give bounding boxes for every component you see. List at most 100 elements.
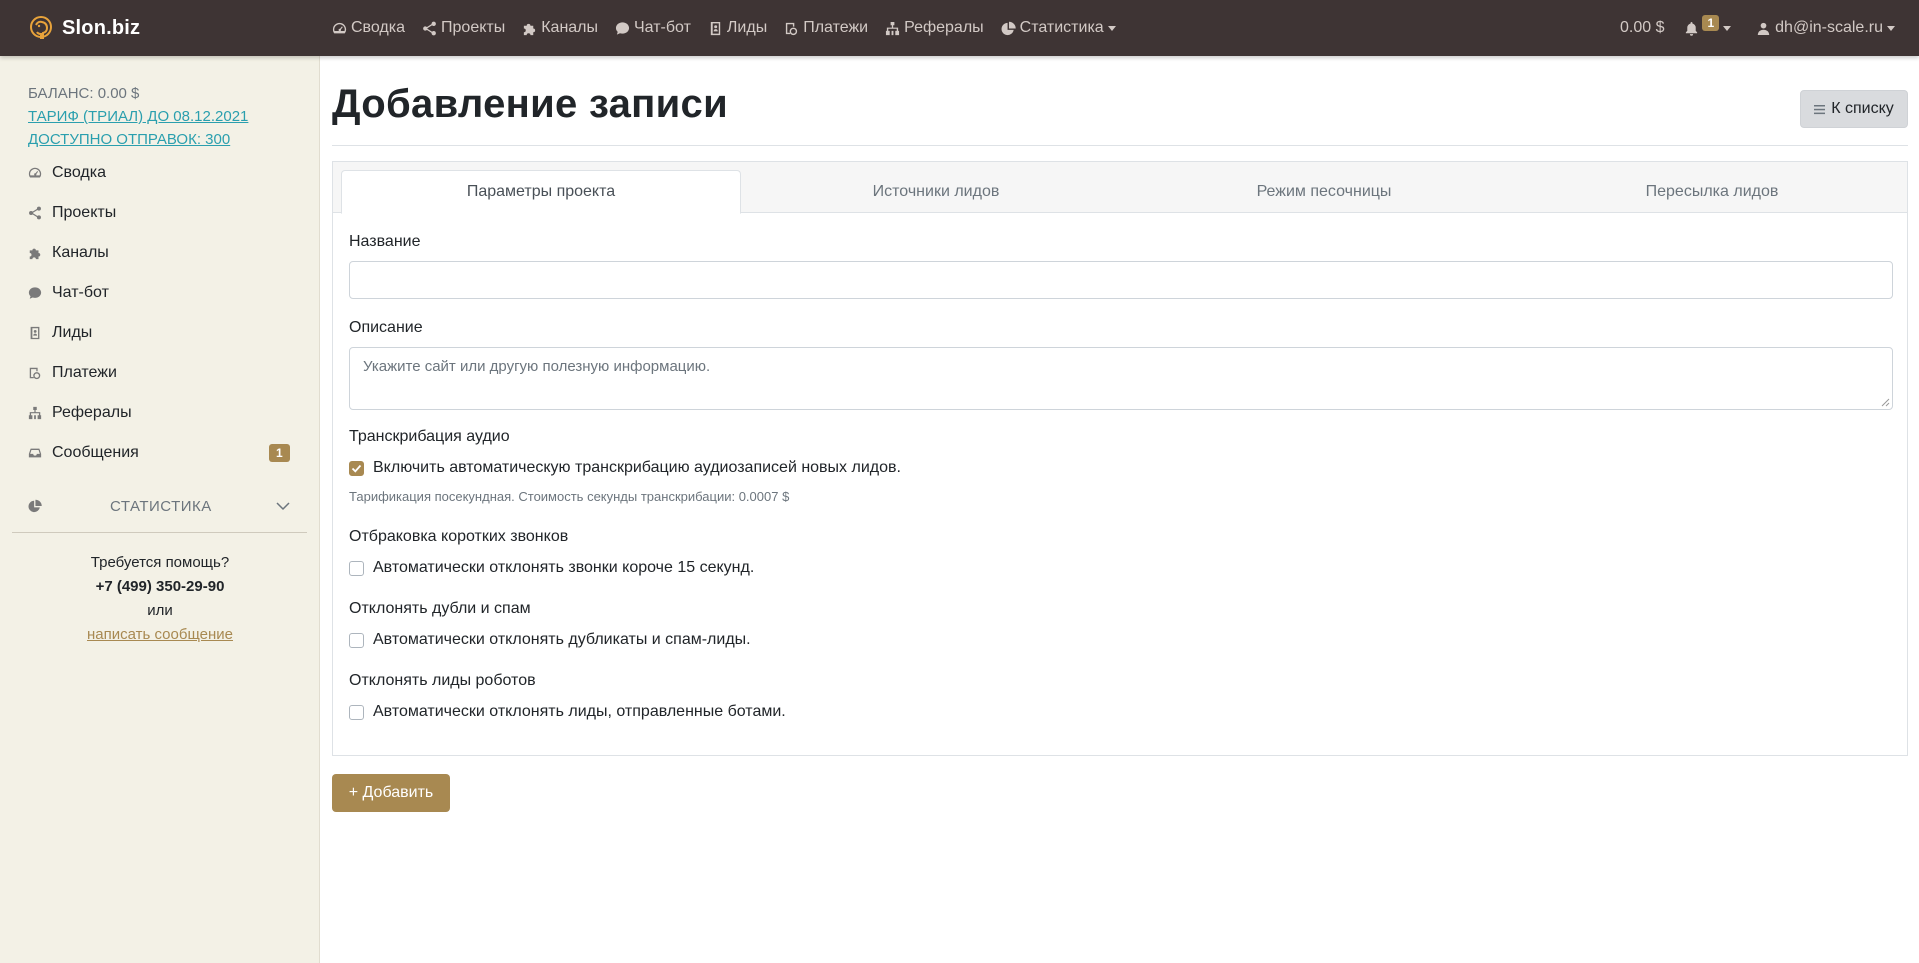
topnav-item-label: Рефералы: [904, 19, 984, 36]
sidebar-item-label: Проекты: [52, 204, 117, 221]
notifications-button[interactable]: 1: [1684, 15, 1732, 36]
user-menu[interactable]: dh@in-scale.ru: [1757, 19, 1895, 37]
puzzle-icon: [29, 248, 41, 260]
topnav-right: 0.00 $ 1 dh@in-scale.ru: [1620, 0, 1919, 56]
money-icon: [786, 22, 798, 35]
caret-down-icon: [1723, 25, 1732, 31]
description-placeholder: Укажите сайт или другую полезную информа…: [363, 358, 711, 375]
topnav-item-label: Платежи: [803, 19, 869, 36]
sidebar-statistics-toggle[interactable]: СТАТИСТИКА: [0, 486, 319, 526]
topnav-balance: 0.00 $: [1619, 19, 1665, 36]
topnav-item-leads[interactable]: Лиды: [708, 19, 767, 37]
money-icon: [29, 367, 41, 380]
sidebar-item-projects[interactable]: Проекты: [0, 193, 319, 233]
transcription-checkbox-row[interactable]: Включить автоматическую транскрибацию ау…: [349, 459, 901, 477]
sidebar-divider: [12, 532, 307, 533]
account-info: БАЛАНС: 0.00 $ ТАРИФ (ТРИАЛ) ДО 08.12.20…: [0, 56, 319, 151]
sidebar-item-chatbot[interactable]: Чат-бот: [0, 273, 319, 313]
tab-bar: Параметры проекта Источники лидов Режим …: [333, 162, 1907, 214]
puzzle-icon: [524, 23, 536, 35]
short-calls-checkbox-row[interactable]: Автоматически отклонять звонки короче 15…: [349, 559, 754, 577]
check-icon: [351, 464, 362, 473]
sidebar-balance: БАЛАНС: 0.00 $: [28, 85, 140, 102]
sidebar-item-label: Каналы: [52, 244, 109, 261]
transcription-hint: Тарификация посекундная. Стоимость секун…: [349, 489, 790, 504]
topnav-item-statistics[interactable]: Статистика: [1001, 19, 1116, 37]
topnav-item-label: Чат-бот: [634, 19, 691, 36]
description-textarea[interactable]: Укажите сайт или другую полезную информа…: [349, 347, 1893, 410]
caret-down-icon: [1107, 25, 1116, 31]
sidebar-item-messages[interactable]: Сообщения 1: [0, 433, 319, 473]
title-divider: [332, 145, 1908, 146]
sidebar-item-label: Сообщения: [52, 444, 139, 461]
topnav-item-label: Сводка: [351, 19, 406, 36]
help-title: Требуется помощь?: [90, 554, 230, 571]
topnav-item-projects[interactable]: Проекты: [422, 19, 505, 37]
back-to-list-button[interactable]: К списку: [1800, 90, 1908, 128]
write-message-link[interactable]: написать сообщение: [87, 626, 233, 643]
chat-icon: [28, 287, 42, 299]
short-calls-checkbox-label: Автоматически отклонять звонки короче 15…: [373, 559, 755, 576]
topnav-item-chatbot[interactable]: Чат-бот: [615, 19, 691, 37]
topnav-item-label: Статистика: [1019, 19, 1104, 36]
top-nav: Сводка Проекты Каналы Чат-бот Лиды Плате…: [332, 19, 1133, 37]
tab-lead-forwarding[interactable]: Пересылка лидов: [1517, 170, 1907, 213]
dupes-checkbox-row[interactable]: Автоматически отклонять дубликаты и спам…: [349, 631, 751, 649]
topnav-item-channels[interactable]: Каналы: [522, 19, 598, 37]
tab-sandbox-mode[interactable]: Режим песочницы: [1131, 170, 1517, 213]
user-icon: [1757, 22, 1770, 35]
share-icon: [29, 206, 41, 220]
sidebar: БАЛАНС: 0.00 $ ТАРИФ (ТРИАЛ) ДО 08.12.20…: [0, 56, 320, 963]
name-label: Название: [349, 233, 421, 250]
tariff-link[interactable]: ТАРИФ (ТРИАЛ) ДО 08.12.2021: [28, 105, 319, 128]
sidebar-item-label: Платежи: [52, 364, 117, 381]
robots-label: Отклонять лиды роботов: [349, 672, 536, 689]
dashboard-icon: [332, 22, 347, 33]
sidebar-item-referrals[interactable]: Рефералы: [0, 393, 319, 433]
sidebar-item-summary[interactable]: Сводка: [0, 153, 319, 193]
dupes-checkbox[interactable]: [349, 632, 364, 648]
short-calls-label: Отбраковка коротких звонков: [349, 528, 569, 545]
caret-down-icon: [1887, 25, 1895, 31]
topnav-item-summary[interactable]: Сводка: [332, 19, 405, 37]
help-block: Требуется помощь? +7 (499) 350-29-90 или…: [0, 551, 320, 647]
robots-checkbox-row[interactable]: Автоматически отклонять лиды, отправленн…: [349, 703, 786, 721]
transcription-checkbox[interactable]: [349, 460, 364, 476]
sidebar-statistics-label: СТАТИСТИКА: [110, 497, 212, 515]
contact-book-icon: [710, 21, 721, 35]
resize-handle-icon[interactable]: [1881, 398, 1890, 407]
transcription-label: Транскрибация аудио: [349, 428, 510, 445]
topnav-item-label: Каналы: [541, 19, 599, 36]
pie-chart-icon: [1001, 21, 1016, 35]
pie-chart-icon: [28, 499, 42, 513]
form-card: Параметры проекта Источники лидов Режим …: [332, 161, 1908, 756]
topnav-item-label: Проекты: [441, 19, 506, 36]
sidebar-item-channels[interactable]: Каналы: [0, 233, 319, 273]
sitemap-icon: [28, 406, 42, 420]
brand[interactable]: Slon.biz: [28, 15, 328, 41]
name-input[interactable]: [349, 261, 1893, 299]
share-icon: [423, 21, 436, 35]
short-calls-checkbox[interactable]: [349, 560, 364, 576]
bell-icon: [1686, 21, 1698, 36]
dashboard-icon: [28, 167, 42, 178]
tab-lead-sources[interactable]: Источники лидов: [741, 170, 1131, 213]
help-phone: +7 (499) 350-29-90: [95, 578, 225, 595]
topnav-item-label: Лиды: [726, 19, 768, 36]
chevron-down-icon: [276, 502, 290, 511]
topnav-item-referrals[interactable]: Рефералы: [885, 19, 984, 37]
sidebar-item-label: Лиды: [52, 324, 93, 341]
description-label: Описание: [349, 319, 423, 336]
sidebar-item-leads[interactable]: Лиды: [0, 313, 319, 353]
topnav-item-payments[interactable]: Платежи: [784, 19, 868, 37]
tab-project-params[interactable]: Параметры проекта: [341, 170, 741, 214]
add-button[interactable]: + Добавить: [332, 774, 450, 812]
help-or: или: [147, 602, 173, 619]
inbox-icon: [28, 448, 42, 458]
sitemap-icon: [886, 21, 900, 35]
sidebar-item-payments[interactable]: Платежи: [0, 353, 319, 393]
sends-available-link[interactable]: ДОСТУПНО ОТПРАВОК: 300: [28, 128, 319, 151]
sidebar-item-label: Чат-бот: [52, 284, 109, 301]
dupes-label: Отклонять дубли и спам: [349, 600, 531, 617]
robots-checkbox[interactable]: [349, 704, 364, 720]
